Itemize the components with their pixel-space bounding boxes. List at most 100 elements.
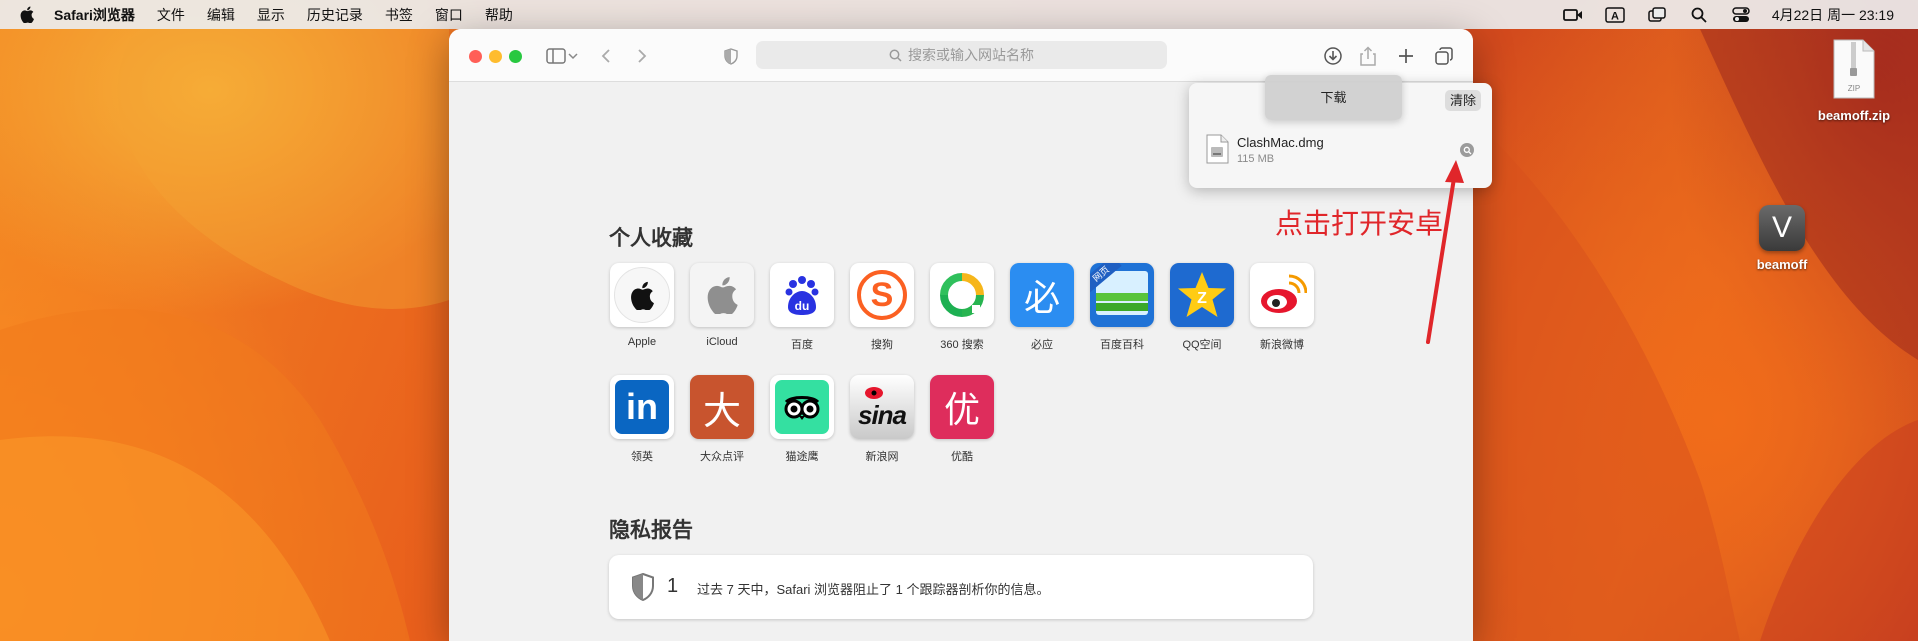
- apple-menu-icon[interactable]: [20, 6, 40, 23]
- icloud-apple-icon: [690, 263, 754, 327]
- linkedin-icon: in: [610, 375, 674, 439]
- favorite-baidu[interactable]: du 百度: [767, 263, 837, 352]
- baidu-text: du: [795, 299, 810, 313]
- favorite-label: 新浪微博: [1260, 339, 1304, 351]
- favorite-linkedin[interactable]: in 领英: [607, 375, 677, 464]
- beamoff-app-icon: V: [1759, 205, 1805, 251]
- favorite-label: QQ空间: [1182, 339, 1222, 351]
- privacy-summary: 过去 7 天中，Safari 浏览器阻止了 1 个跟踪器剖析你的信息。: [697, 582, 1050, 597]
- favorite-label: 大众点评: [700, 451, 744, 463]
- svg-text:A: A: [1611, 10, 1619, 22]
- linkedin-text: in: [626, 386, 658, 427]
- favorite-label: 百度: [791, 339, 813, 351]
- menu-file[interactable]: 文件: [157, 5, 185, 25]
- sina-text: sina: [857, 399, 907, 430]
- desktop-beamoff-app[interactable]: V beamoff: [1742, 205, 1822, 272]
- favorite-youku[interactable]: 优 优酷: [927, 375, 997, 464]
- minimize-button[interactable]: [489, 50, 502, 63]
- back-button-icon[interactable]: [594, 44, 618, 68]
- dianping-icon: 大: [690, 375, 754, 439]
- close-button[interactable]: [469, 50, 482, 63]
- clear-downloads-button[interactable]: 清除: [1444, 90, 1481, 111]
- favorite-sina[interactable]: sina 新浪网: [847, 375, 917, 464]
- share-icon[interactable]: [1356, 44, 1380, 68]
- dmg-file-icon: [1205, 134, 1229, 164]
- sidebar-toggle-icon[interactable]: [544, 44, 568, 68]
- menubar-clock[interactable]: 4月22日 周一 23:19: [1772, 5, 1894, 25]
- privacy-shield-icon[interactable]: [719, 44, 743, 68]
- zip-file-icon: ZIP: [1831, 38, 1877, 100]
- qzone-star-icon: Z: [1170, 263, 1234, 327]
- tripadvisor-owl-icon: [770, 375, 834, 439]
- menu-window[interactable]: 窗口: [435, 5, 463, 25]
- menu-history[interactable]: 历史记录: [307, 5, 363, 25]
- baidu-baike-icon: 网页: [1090, 263, 1154, 327]
- youku-glyph: 优: [943, 390, 980, 431]
- menu-app-name[interactable]: Safari浏览器: [54, 5, 135, 25]
- favorite-label: 猫途鹰: [785, 451, 819, 463]
- 360-search-icon: [930, 263, 994, 327]
- bing-icon: 必: [1010, 263, 1074, 327]
- input-method-icon[interactable]: A: [1604, 6, 1626, 24]
- favorite-weibo[interactable]: 新浪微博: [1247, 263, 1317, 352]
- chevron-down-icon[interactable]: [566, 44, 580, 68]
- search-icon[interactable]: [1688, 6, 1710, 24]
- menu-view[interactable]: 显示: [257, 5, 285, 25]
- tab-overview-icon[interactable]: [1432, 44, 1456, 68]
- menu-help[interactable]: 帮助: [485, 5, 513, 25]
- forward-button-icon[interactable]: [630, 44, 654, 68]
- privacy-report-heading: 隐私报告: [609, 519, 693, 542]
- desktop-icon-label: beamoff.zip: [1817, 108, 1891, 123]
- favorite-icloud[interactable]: iCloud: [687, 263, 757, 348]
- zoom-button[interactable]: [509, 50, 522, 63]
- favorite-apple[interactable]: Apple: [607, 263, 677, 348]
- favorite-tripadvisor[interactable]: 猫途鹰: [767, 375, 837, 464]
- favorite-label: 360 搜索: [940, 339, 984, 351]
- favorite-360[interactable]: 360 搜索: [927, 263, 997, 352]
- bing-glyph: 必: [1023, 278, 1060, 319]
- favorite-label: 百度百科: [1100, 339, 1144, 351]
- favorite-qzone[interactable]: Z QQ空间: [1167, 263, 1237, 352]
- menu-bookmarks[interactable]: 书签: [385, 5, 413, 25]
- favorite-dianping[interactable]: 大 大众点评: [687, 375, 757, 464]
- annotation-arrow-icon: [1426, 160, 1464, 344]
- privacy-report-card[interactable]: 1 过去 7 天中，Safari 浏览器阻止了 1 个跟踪器剖析你的信息。: [609, 555, 1313, 619]
- favorite-sogou[interactable]: S 搜狗: [847, 263, 917, 352]
- address-placeholder: 搜索或输入网站名称: [908, 47, 1034, 63]
- favorite-label: 领英: [631, 451, 653, 463]
- shield-icon: [631, 572, 655, 602]
- dianping-glyph: 大: [702, 388, 741, 433]
- screen-record-icon[interactable]: [1562, 6, 1584, 24]
- new-tab-icon[interactable]: [1394, 44, 1418, 68]
- desktop-icon-label: beamoff: [1756, 257, 1808, 272]
- favorites-heading: 个人收藏: [609, 227, 693, 250]
- favorite-label: 优酷: [951, 451, 973, 463]
- window-icon[interactable]: [1646, 6, 1668, 24]
- weibo-icon: [1250, 263, 1314, 327]
- menu-edit[interactable]: 编辑: [207, 5, 235, 25]
- sina-icon: sina: [850, 375, 914, 439]
- favorite-label: Apple: [627, 336, 657, 348]
- downloads-tooltip: 下载: [1265, 75, 1402, 120]
- favorite-label: 必应: [1031, 339, 1053, 351]
- address-bar[interactable]: 搜索或输入网站名称: [756, 41, 1167, 69]
- beamoff-glyph: V: [1771, 211, 1792, 244]
- magnifier-icon: [889, 49, 902, 62]
- favorite-bing[interactable]: 必 必应: [1007, 263, 1077, 352]
- favorite-label: 新浪网: [865, 451, 899, 463]
- control-center-icon[interactable]: [1730, 6, 1752, 24]
- downloads-icon[interactable]: [1321, 44, 1345, 68]
- tracker-count: 1: [667, 575, 679, 597]
- download-file-name[interactable]: ClashMac.dmg: [1237, 135, 1324, 150]
- sogou-icon: S: [850, 263, 914, 327]
- zip-badge: ZIP: [1848, 84, 1860, 93]
- favorite-baidu-baike[interactable]: 网页 百度百科: [1087, 263, 1157, 352]
- menu-bar: Safari浏览器 文件 编辑 显示 历史记录 书签 窗口 帮助 A 4月22日…: [0, 0, 1918, 29]
- favorite-label: iCloud: [706, 336, 738, 348]
- qzone-letter: Z: [1197, 290, 1207, 307]
- sogou-letter: S: [870, 276, 894, 314]
- youku-icon: 优: [930, 375, 994, 439]
- download-file-size: 115 MB: [1237, 153, 1275, 165]
- favorite-label: 搜狗: [871, 339, 893, 351]
- desktop-zip-file[interactable]: ZIP beamoff.zip: [1808, 38, 1900, 123]
